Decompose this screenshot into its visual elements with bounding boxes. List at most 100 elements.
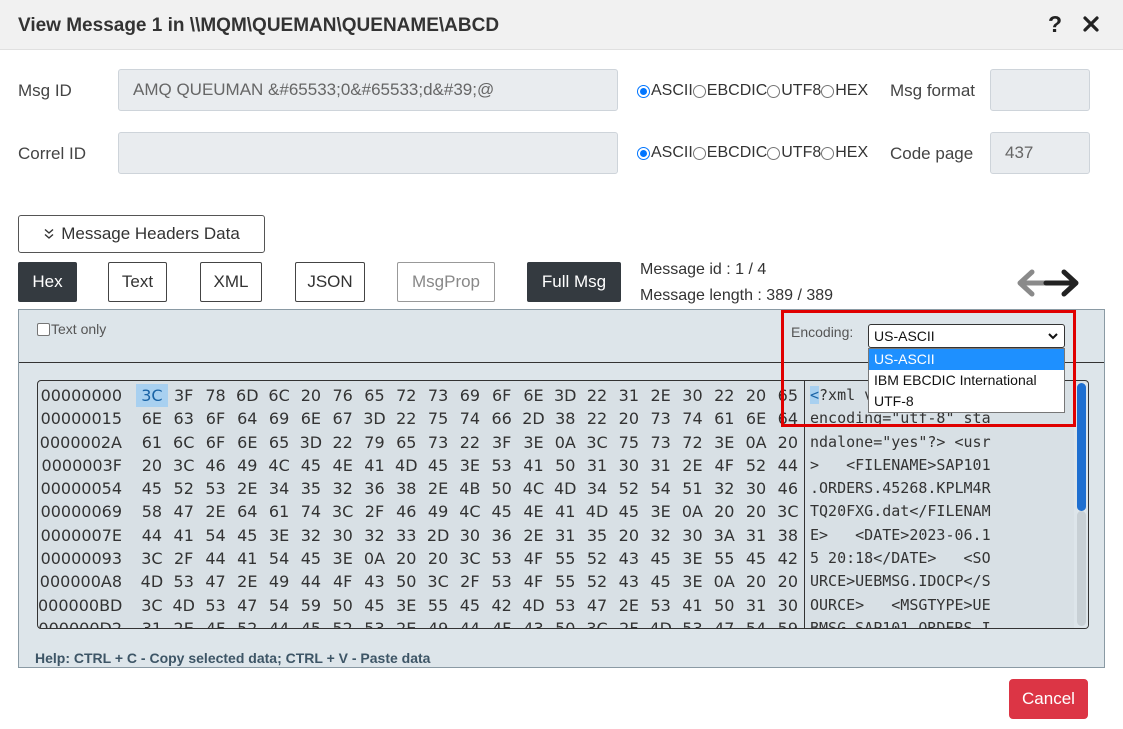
hex-byte[interactable]: 4F	[327, 570, 359, 593]
hex-byte[interactable]: 45	[359, 594, 391, 617]
hex-byte[interactable]: 61	[708, 407, 740, 430]
ascii-row[interactable]: E> <DATE>2023-06.1	[810, 524, 1072, 547]
hex-byte[interactable]: 0A	[549, 431, 581, 454]
hex-byte[interactable]: 53	[200, 594, 232, 617]
hex-byte[interactable]: 3C	[136, 384, 168, 408]
radio-button[interactable]	[821, 84, 835, 98]
hex-byte[interactable]: 45	[295, 454, 327, 477]
hex-byte[interactable]: 46	[772, 477, 804, 500]
hex-byte[interactable]: 31	[740, 594, 772, 617]
hex-viewer-scrollbar[interactable]	[1074, 383, 1088, 628]
hex-byte[interactable]: 44	[295, 570, 327, 593]
hex-byte[interactable]: 4F	[200, 617, 232, 628]
hex-byte[interactable]: 4C	[518, 477, 550, 500]
hex-byte[interactable]: 53	[677, 617, 709, 628]
hex-byte[interactable]: 3F	[168, 384, 200, 407]
hex-byte[interactable]: 2E	[645, 384, 677, 407]
hex-byte[interactable]: 2E	[677, 454, 709, 477]
hex-byte[interactable]: 32	[359, 524, 391, 547]
radio-button[interactable]	[637, 146, 650, 160]
hex-byte[interactable]: 3C	[772, 500, 804, 523]
hex-byte[interactable]: 6E	[740, 407, 772, 430]
hex-byte[interactable]: 49	[422, 617, 454, 628]
hex-byte[interactable]: 75	[422, 407, 454, 430]
radio-button[interactable]	[637, 84, 650, 98]
ascii-row[interactable]: ndalone="yes"?> <usr	[810, 431, 1072, 454]
encoding-select[interactable]: US-ASCII	[868, 324, 1065, 348]
hex-byte[interactable]: 41	[231, 547, 263, 570]
hex-byte[interactable]: 3E	[677, 570, 709, 593]
hex-byte[interactable]: 50	[549, 454, 581, 477]
hex-byte[interactable]: 38	[390, 477, 422, 500]
hex-byte[interactable]: 45	[231, 524, 263, 547]
hex-byte[interactable]: 30	[677, 384, 709, 407]
hex-byte[interactable]: 52	[327, 617, 359, 628]
msg-id-radio-utf8[interactable]: UTF8	[767, 82, 821, 100]
hex-byte[interactable]: 4D	[581, 500, 613, 523]
hex-byte[interactable]: 3C	[136, 547, 168, 570]
hex-byte[interactable]: 4D	[390, 454, 422, 477]
hex-byte[interactable]: 20	[740, 500, 772, 523]
hex-byte[interactable]: 73	[645, 407, 677, 430]
hex-byte[interactable]: 47	[200, 570, 232, 593]
hex-byte[interactable]: 3C	[581, 431, 613, 454]
help-icon[interactable]: ?	[1048, 11, 1062, 38]
hex-byte[interactable]: 53	[549, 594, 581, 617]
hex-byte[interactable]: 51	[677, 477, 709, 500]
correl-id-radio-hex[interactable]: HEX	[821, 144, 868, 162]
hex-byte[interactable]: 41	[168, 524, 200, 547]
hex-byte[interactable]: 45	[136, 477, 168, 500]
hex-byte[interactable]: 53	[168, 570, 200, 593]
hex-byte[interactable]: 52	[740, 454, 772, 477]
correl-id-field[interactable]	[118, 132, 618, 174]
hex-byte[interactable]: 3C	[136, 594, 168, 617]
hex-byte[interactable]: 53	[645, 594, 677, 617]
hex-byte[interactable]: 74	[295, 500, 327, 523]
hex-byte[interactable]: 20	[613, 407, 645, 430]
hex-byte[interactable]: 0A	[677, 500, 709, 523]
msg-format-field[interactable]	[990, 69, 1090, 111]
ascii-row[interactable]: 5 20:18</DATE> <SO	[810, 547, 1072, 570]
hex-byte[interactable]: 45	[645, 547, 677, 570]
next-arrow-icon[interactable]	[1043, 269, 1079, 297]
hex-byte[interactable]: 2E	[613, 594, 645, 617]
ascii-row[interactable]: > <FILENAME>SAP101	[810, 454, 1072, 477]
hex-byte[interactable]: 6E	[231, 431, 263, 454]
hex-byte[interactable]: 4D	[645, 617, 677, 628]
hex-byte[interactable]: 47	[168, 500, 200, 523]
hex-byte[interactable]: 65	[359, 384, 391, 407]
hex-byte[interactable]: 35	[295, 477, 327, 500]
hex-byte[interactable]: 2E	[231, 570, 263, 593]
hex-byte[interactable]: 3E	[645, 500, 677, 523]
hex-byte[interactable]: 2F	[613, 617, 645, 628]
hex-byte[interactable]: 50	[549, 617, 581, 628]
hex-byte[interactable]: 20	[422, 547, 454, 570]
hex-byte[interactable]: 30	[740, 477, 772, 500]
radio-button[interactable]	[692, 146, 706, 160]
hex-byte[interactable]: 53	[486, 570, 518, 593]
ascii-row[interactable]: .ORDERS.45268.KPLM4R	[810, 477, 1072, 500]
hex-byte[interactable]: 69	[263, 407, 295, 430]
hex-byte[interactable]: 3D	[549, 384, 581, 407]
hex-byte[interactable]: 74	[454, 407, 486, 430]
hex-byte[interactable]: 3E	[327, 547, 359, 570]
ascii-row[interactable]: URCE>UEBMSG.IDOCP</S	[810, 570, 1072, 593]
hex-byte[interactable]: 76	[327, 384, 359, 407]
hex-byte[interactable]: 20	[136, 454, 168, 477]
hex-byte[interactable]: 65	[390, 431, 422, 454]
hex-byte[interactable]: 22	[454, 431, 486, 454]
hex-byte[interactable]: 20	[390, 547, 422, 570]
hex-byte[interactable]: 79	[359, 431, 391, 454]
hex-byte[interactable]: 43	[518, 617, 550, 628]
hex-byte[interactable]: 2F	[359, 500, 391, 523]
hex-byte[interactable]: 4F	[518, 547, 550, 570]
encoding-option-ibm-ebcdic[interactable]: IBM EBCDIC International	[869, 370, 1064, 391]
text-only-checkbox[interactable]: Text only	[37, 321, 106, 337]
hex-byte[interactable]: 45	[645, 570, 677, 593]
hex-byte[interactable]: 3D	[359, 407, 391, 430]
hex-byte[interactable]: 55	[708, 547, 740, 570]
hex-byte[interactable]: 6D	[231, 384, 263, 407]
hex-byte[interactable]: 30	[454, 524, 486, 547]
hex-byte[interactable]: 54	[740, 617, 772, 628]
hex-byte[interactable]: 3F	[486, 431, 518, 454]
